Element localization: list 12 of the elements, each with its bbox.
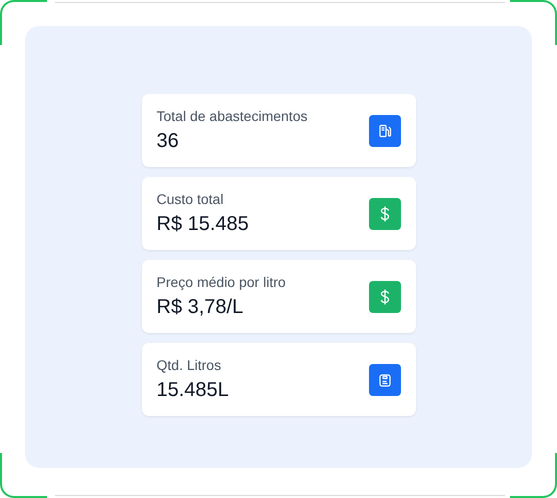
stat-value: 36 bbox=[156, 129, 180, 154]
stat-label: Custo total bbox=[156, 190, 224, 208]
dollar-icon bbox=[380, 288, 390, 304]
dollar-icon bbox=[380, 206, 390, 222]
stat-label: Qtd. Litros bbox=[156, 356, 222, 374]
stat-label: Total de abastecimentos bbox=[156, 107, 308, 125]
stat-value: R$ 15.485 bbox=[156, 212, 249, 237]
stat-value: R$ 3,78/L bbox=[156, 295, 244, 320]
stat-value: 15.485L bbox=[156, 378, 229, 403]
stat-label: Preço médio por litro bbox=[156, 273, 286, 291]
tank-icon bbox=[378, 372, 392, 386]
fuel-pump-icon bbox=[378, 124, 392, 138]
